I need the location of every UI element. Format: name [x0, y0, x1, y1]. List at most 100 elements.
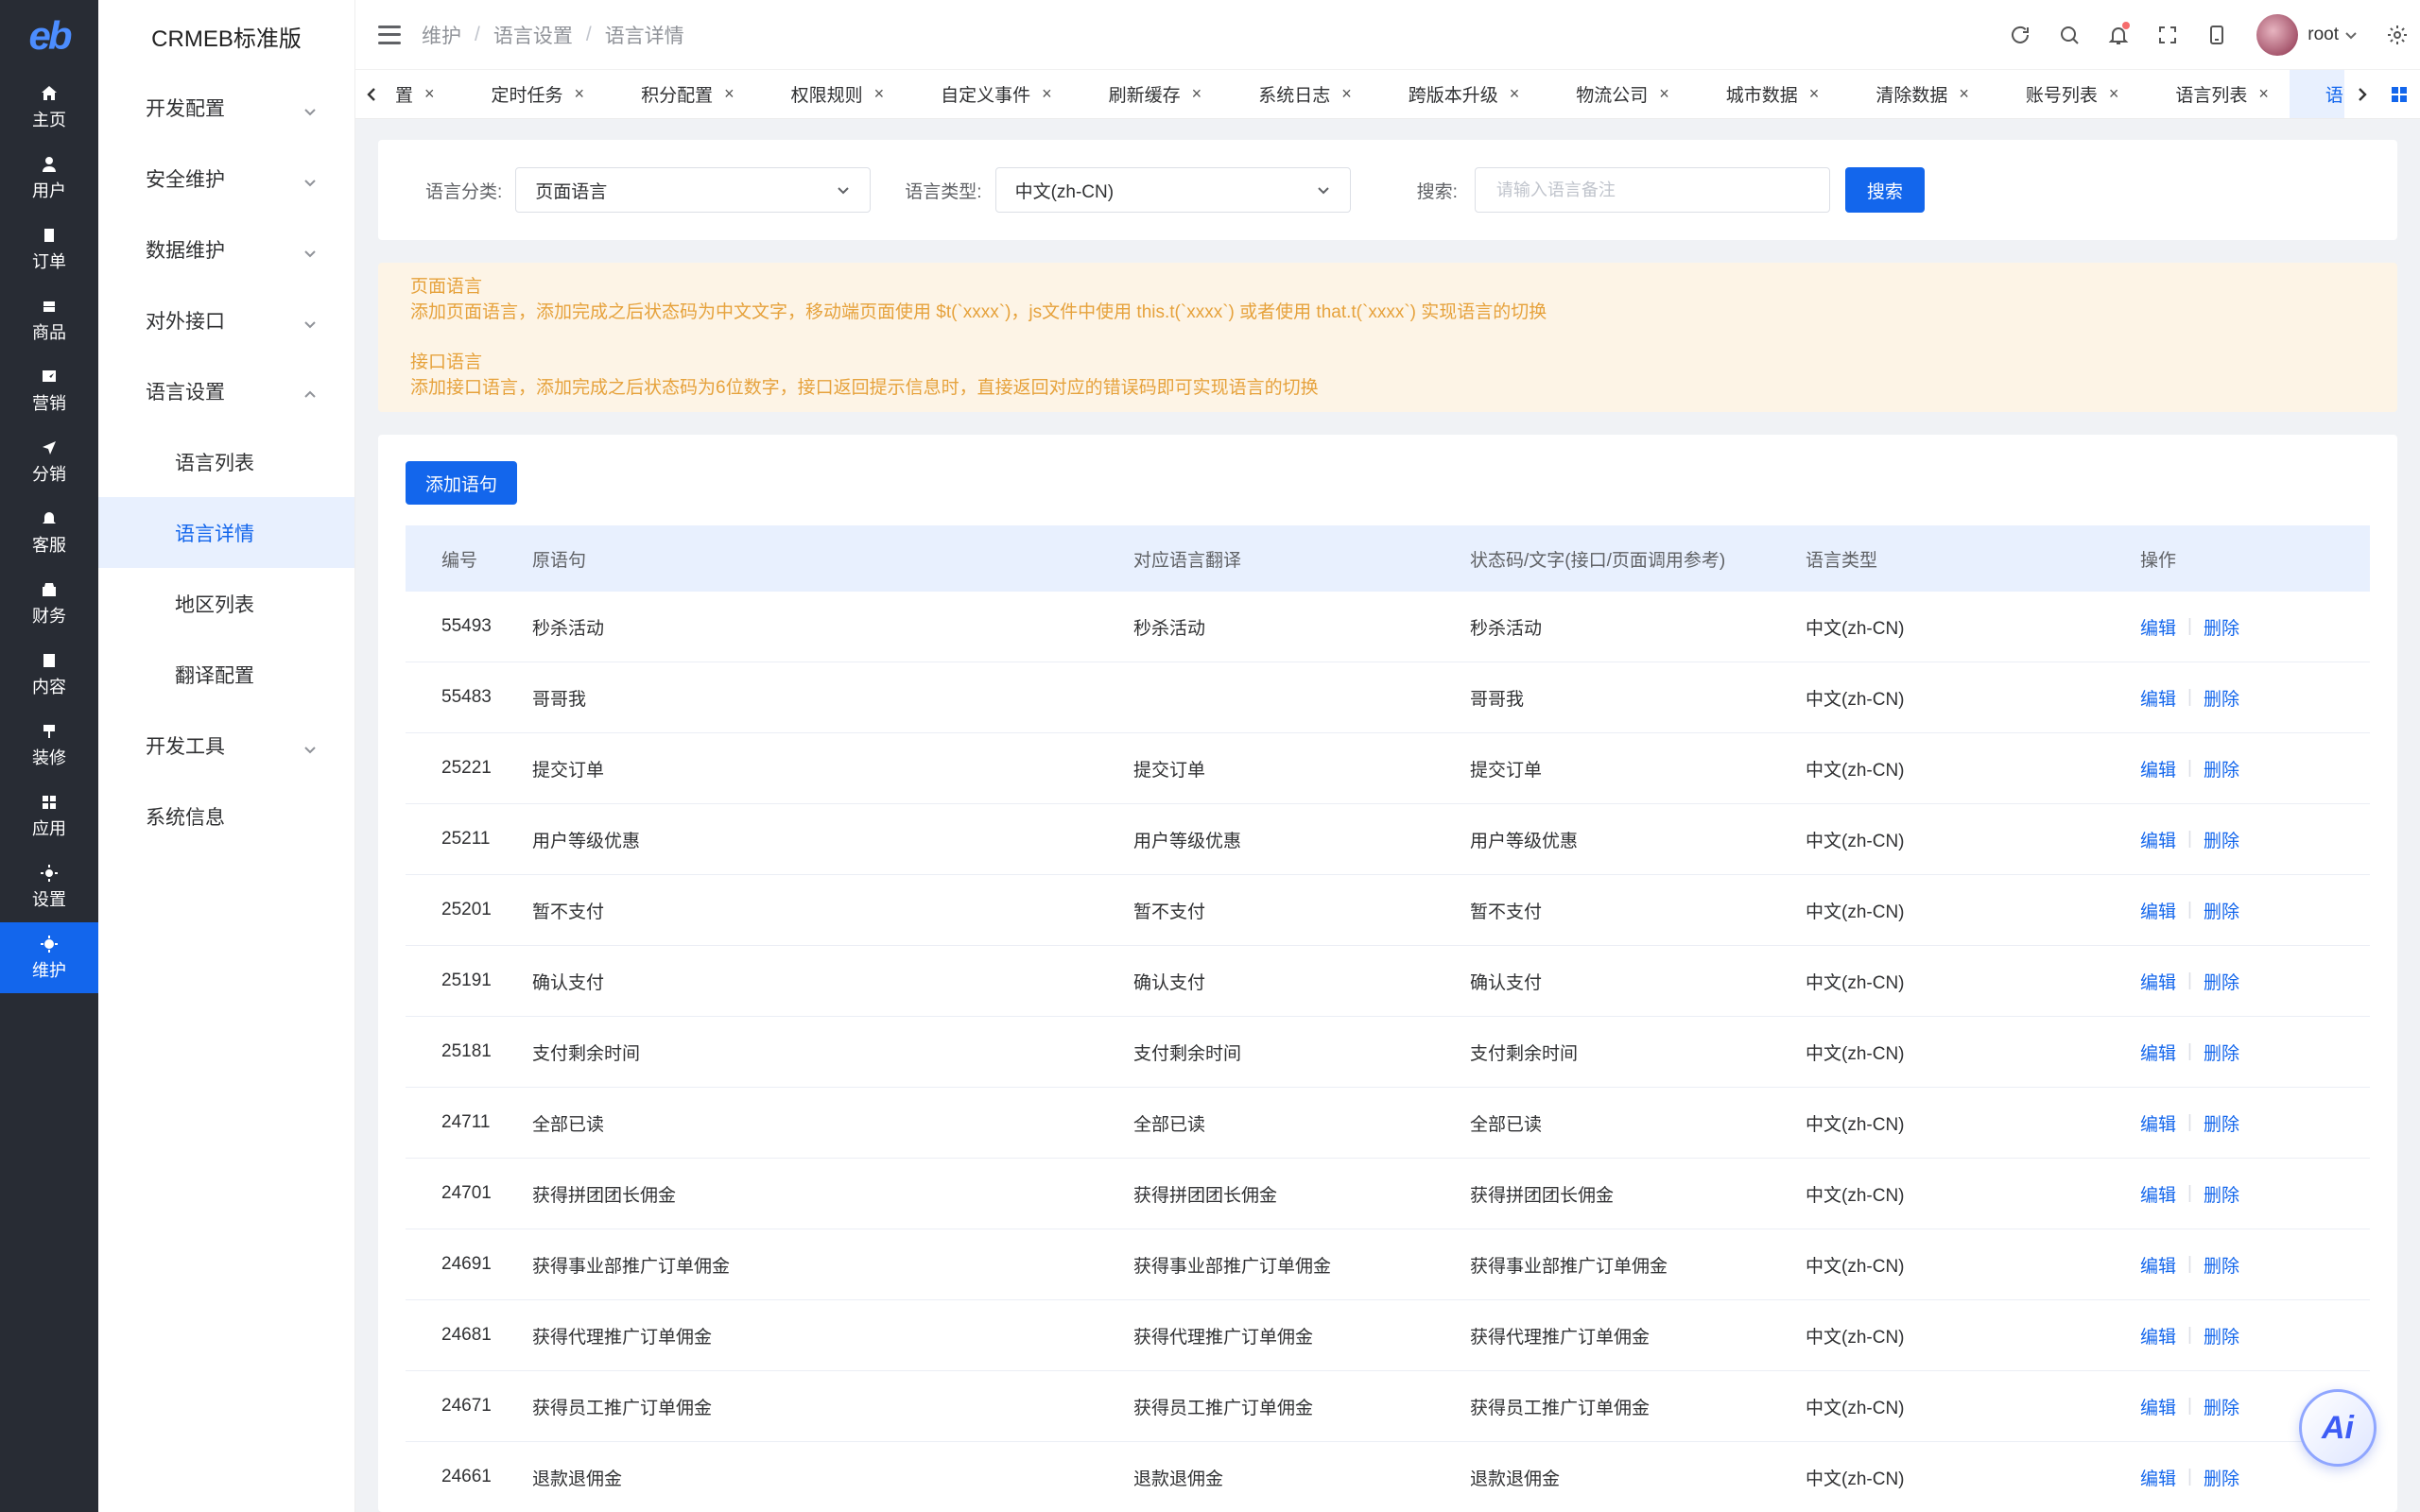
close-icon[interactable]: × — [1959, 84, 1969, 104]
edit-link[interactable]: 编辑 — [2140, 685, 2176, 711]
delete-link[interactable]: 删除 — [2204, 969, 2239, 994]
close-icon[interactable]: × — [1341, 84, 1352, 104]
submenu-group[interactable]: 对外接口 — [98, 284, 354, 355]
user-name[interactable]: root — [2308, 25, 2339, 45]
tab-scroll-left-icon[interactable] — [355, 70, 389, 118]
search-input[interactable] — [1474, 167, 1830, 213]
type-select[interactable]: 中文(zh-CN) — [994, 167, 1351, 213]
rail-item-distribution[interactable]: 分销 — [0, 426, 98, 497]
add-sentence-button[interactable]: 添加语句 — [406, 461, 517, 505]
close-icon[interactable]: × — [1192, 84, 1202, 104]
rail-item-apps[interactable]: 应用 — [0, 781, 98, 851]
edit-link[interactable]: 编辑 — [2140, 1110, 2176, 1136]
submenu-group[interactable]: 语言设置 — [98, 355, 354, 426]
search-icon[interactable] — [2058, 24, 2081, 46]
menu-toggle-icon[interactable] — [378, 25, 401, 44]
rail-item-decorate[interactable]: 装修 — [0, 710, 98, 781]
refresh-icon[interactable] — [2009, 24, 2031, 46]
gear-icon[interactable] — [2386, 24, 2409, 46]
edit-link[interactable]: 编辑 — [2140, 969, 2176, 994]
rail-item-user[interactable]: 用户 — [0, 143, 98, 214]
delete-link[interactable]: 删除 — [2204, 614, 2239, 640]
delete-link[interactable]: 删除 — [2204, 1110, 2239, 1136]
avatar[interactable] — [2256, 14, 2299, 56]
tab[interactable]: 权限规则 × — [755, 70, 906, 118]
submenu-group[interactable]: 开发配置 — [98, 72, 354, 143]
delete-link[interactable]: 删除 — [2204, 1181, 2239, 1207]
submenu-item[interactable]: 地区列表 — [98, 568, 354, 639]
app-logo[interactable]: eb — [0, 0, 98, 72]
edit-link[interactable]: 编辑 — [2140, 1323, 2176, 1349]
rail-item-content[interactable]: 内容 — [0, 639, 98, 710]
close-icon[interactable]: × — [424, 84, 435, 104]
close-icon[interactable]: × — [874, 84, 885, 104]
rail-item-marketing[interactable]: 营销 — [0, 355, 98, 426]
rail-item-service[interactable]: 客服 — [0, 497, 98, 568]
breadcrumb-item[interactable]: 语言设置 — [493, 21, 573, 49]
edit-link[interactable]: 编辑 — [2140, 1040, 2176, 1065]
delete-link[interactable]: 删除 — [2204, 827, 2239, 852]
close-icon[interactable]: × — [1809, 84, 1820, 104]
delete-link[interactable]: 删除 — [2204, 1040, 2239, 1065]
submenu-item[interactable]: 语言详情 — [98, 497, 354, 568]
submenu-group[interactable]: 开发工具 — [98, 710, 354, 781]
edit-link[interactable]: 编辑 — [2140, 898, 2176, 923]
rail-item-order[interactable]: 订单 — [0, 214, 98, 284]
header-translation: 对应语言翻译 — [1133, 550, 1242, 571]
tab[interactable]: 语言列表 × — [2139, 70, 2290, 118]
tab[interactable]: 自定义事件 × — [905, 70, 1073, 118]
edit-link[interactable]: 编辑 — [2140, 614, 2176, 640]
edit-link[interactable]: 编辑 — [2140, 1394, 2176, 1419]
close-icon[interactable]: × — [2258, 84, 2269, 104]
tab[interactable]: 城市数据 × — [1690, 70, 1841, 118]
delete-link[interactable]: 删除 — [2204, 1394, 2239, 1419]
submenu-group[interactable]: 系统信息 — [98, 781, 354, 851]
breadcrumb-item[interactable]: 维护 — [422, 21, 461, 49]
tab[interactable]: 定时任务 × — [456, 70, 606, 118]
edit-link[interactable]: 编辑 — [2140, 1252, 2176, 1278]
edit-link[interactable]: 编辑 — [2140, 1465, 2176, 1490]
rail-item-home[interactable]: 主页 — [0, 72, 98, 143]
category-select[interactable]: 页面语言 — [515, 167, 872, 213]
ai-assistant-button[interactable]: Ai — [2299, 1389, 2377, 1467]
tab[interactable]: 物流公司 × — [1540, 70, 1690, 118]
chevron-down-icon[interactable] — [2344, 28, 2358, 42]
close-icon[interactable]: × — [1659, 84, 1669, 104]
search-button[interactable]: 搜索 — [1844, 167, 1925, 213]
tab[interactable]: 清除数据 × — [1840, 70, 1990, 118]
fullscreen-icon[interactable] — [2156, 24, 2179, 46]
tab[interactable]: 跨版本升级 × — [1373, 70, 1541, 118]
delete-link[interactable]: 删除 — [2204, 756, 2239, 782]
edit-link[interactable]: 编辑 — [2140, 827, 2176, 852]
close-icon[interactable]: × — [724, 84, 735, 104]
delete-link[interactable]: 删除 — [2204, 898, 2239, 923]
submenu-item[interactable]: 语言列表 — [98, 426, 354, 497]
delete-link[interactable]: 删除 — [2204, 1465, 2239, 1490]
close-icon[interactable]: × — [2109, 84, 2119, 104]
delete-link[interactable]: 删除 — [2204, 685, 2239, 711]
submenu-group[interactable]: 安全维护 — [98, 143, 354, 214]
tab[interactable]: 语言详情× — [2289, 70, 2344, 118]
submenu-group[interactable]: 数据维护 — [98, 214, 354, 284]
rail-item-maintain[interactable]: 维护 — [0, 922, 98, 993]
tabs-menu-icon[interactable] — [2378, 70, 2420, 118]
close-icon[interactable]: × — [1510, 84, 1520, 104]
edit-link[interactable]: 编辑 — [2140, 756, 2176, 782]
lock-icon[interactable] — [2205, 24, 2228, 46]
tab[interactable]: 积分配置 × — [605, 70, 755, 118]
rail-item-settings[interactable]: 设置 — [0, 851, 98, 922]
rail-item-product[interactable]: 商品 — [0, 284, 98, 355]
tab[interactable]: 系统日志 × — [1222, 70, 1373, 118]
tab[interactable]: 账号列表 × — [1990, 70, 2140, 118]
rail-item-finance[interactable]: 财务 — [0, 568, 98, 639]
tab-scroll-right-icon[interactable] — [2344, 70, 2378, 118]
delete-link[interactable]: 删除 — [2204, 1323, 2239, 1349]
submenu-item[interactable]: 翻译配置 — [98, 639, 354, 710]
tab[interactable]: 置 × — [389, 70, 456, 118]
bell-icon[interactable] — [2107, 22, 2131, 46]
edit-link[interactable]: 编辑 — [2140, 1181, 2176, 1207]
tab[interactable]: 刷新缓存 × — [1073, 70, 1223, 118]
close-icon[interactable]: × — [575, 84, 585, 104]
close-icon[interactable]: × — [1042, 84, 1052, 104]
delete-link[interactable]: 删除 — [2204, 1252, 2239, 1278]
